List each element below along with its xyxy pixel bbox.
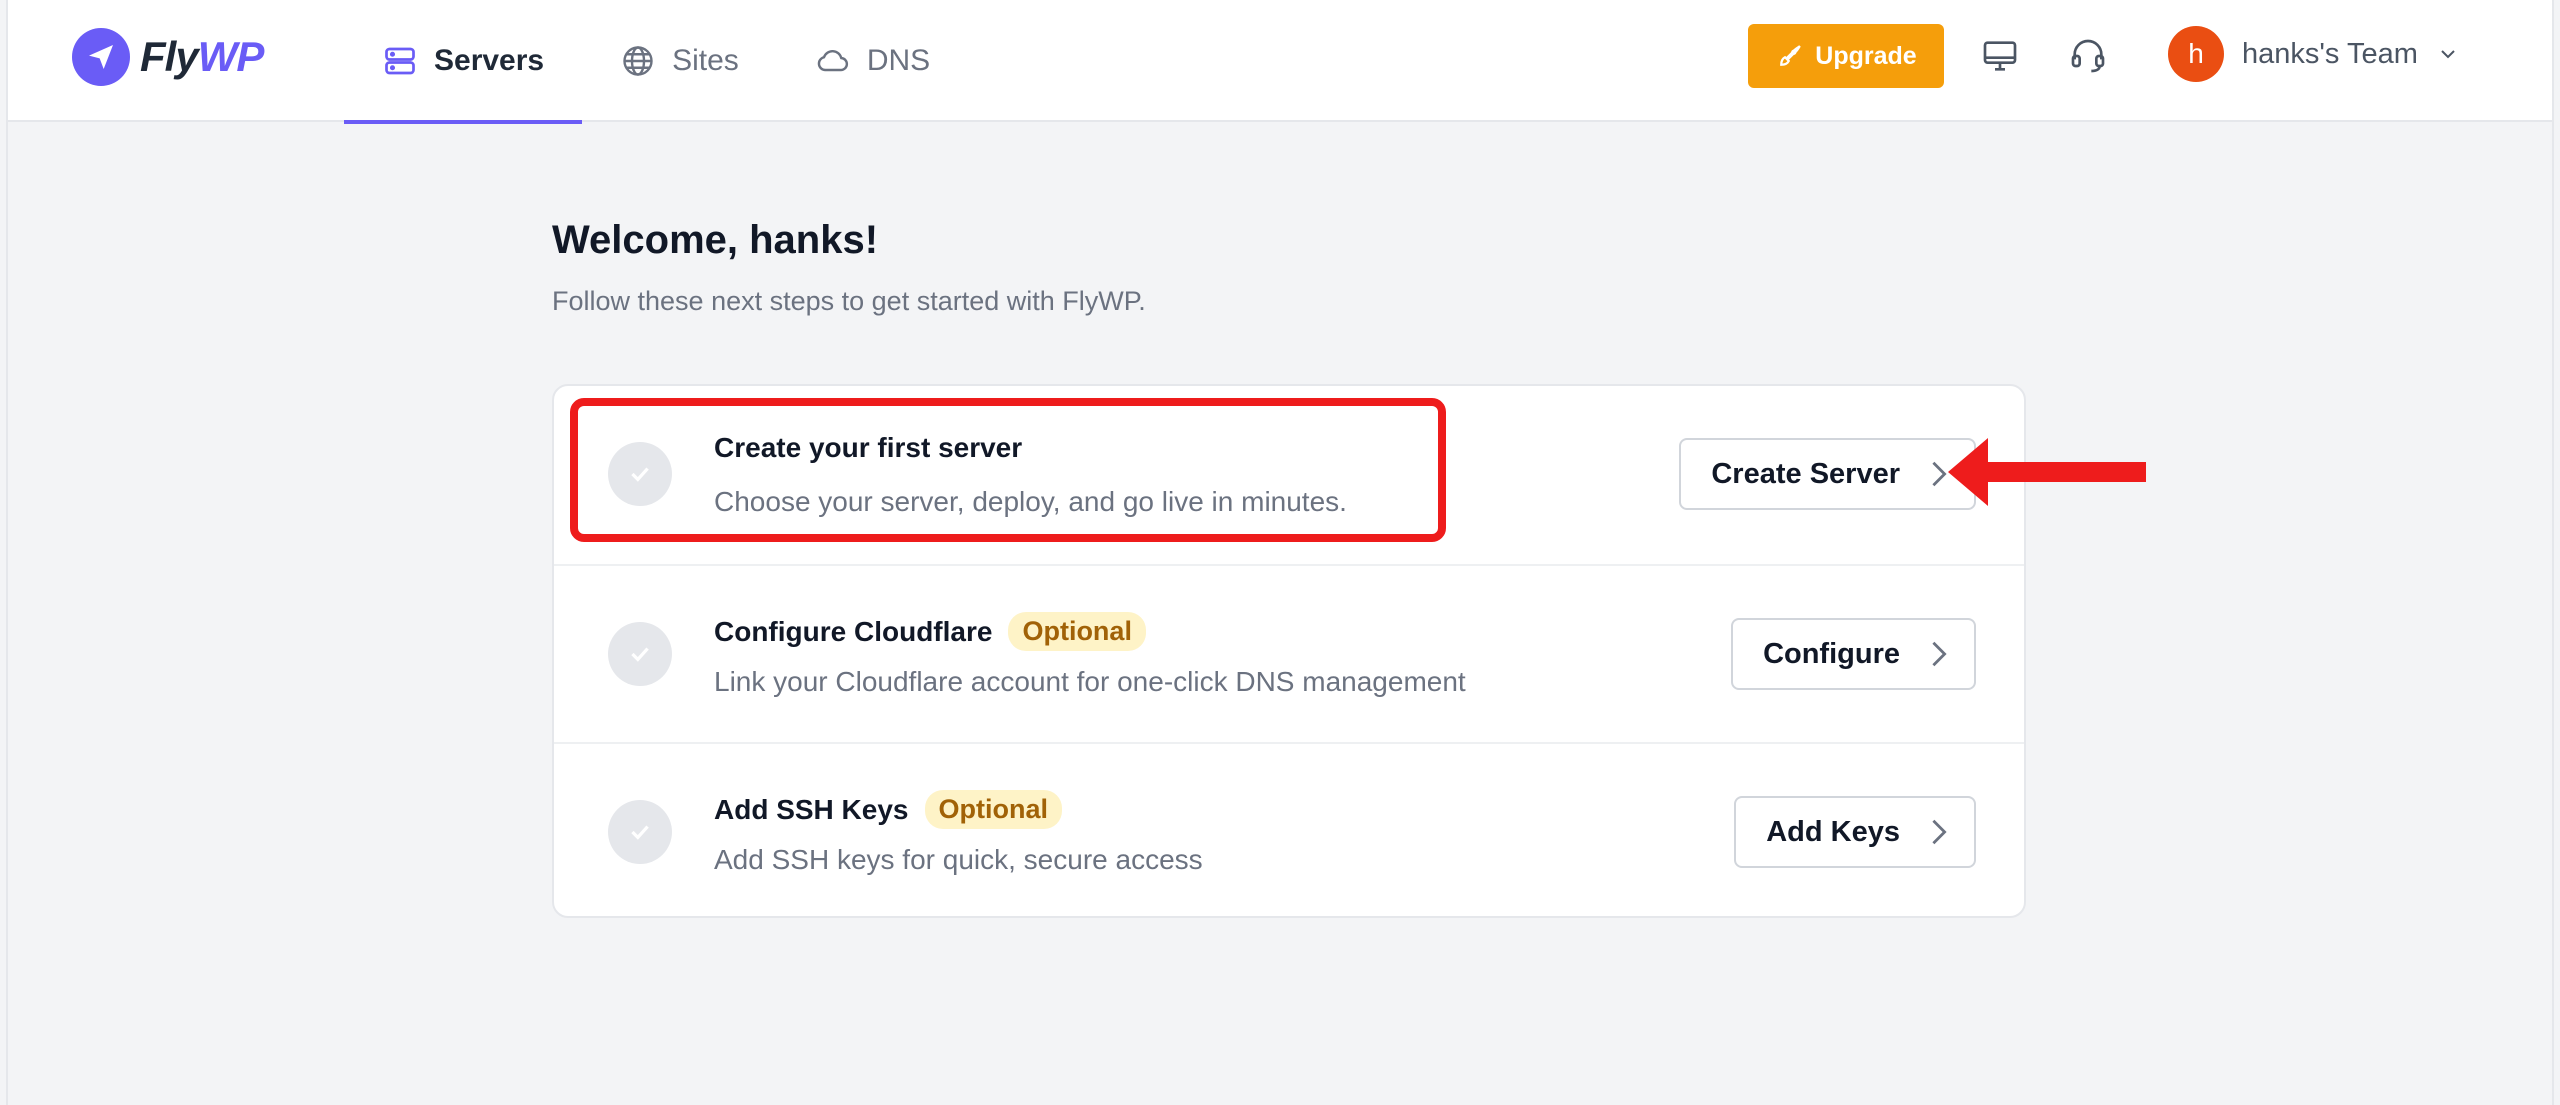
chevron-right-icon xyxy=(1932,819,1947,845)
chevron-right-icon xyxy=(1932,641,1947,667)
annotation-highlight-box xyxy=(570,398,1446,542)
step-add-ssh-keys: Add SSH Keys Optional Add SSH keys for q… xyxy=(554,742,2024,916)
app-window: FlyWP Servers Sites DNS Upgrade h hanks'… xyxy=(6,0,2554,1105)
nav-sites-label: Sites xyxy=(672,44,739,77)
optional-badge: Optional xyxy=(924,790,1062,829)
step-configure-cloudflare: Configure Cloudflare Optional Link your … xyxy=(554,564,2024,742)
nav-servers-label: Servers xyxy=(434,44,545,77)
rocket-icon xyxy=(1780,45,1802,66)
upgrade-label: Upgrade xyxy=(1815,41,1917,70)
step-description: Add SSH keys for quick, secure access xyxy=(714,844,1203,875)
step-title: Add SSH Keys Optional xyxy=(714,790,1062,829)
top-header: FlyWP Servers Sites DNS Upgrade h hanks'… xyxy=(8,0,2552,124)
avatar: h xyxy=(2168,26,2224,82)
server-icon xyxy=(385,47,415,75)
paper-plane-icon xyxy=(72,28,130,86)
add-keys-button[interactable]: Add Keys xyxy=(1734,796,1976,868)
step-title: Configure Cloudflare Optional xyxy=(714,612,1146,651)
monitor-icon[interactable] xyxy=(1980,36,2020,76)
create-server-button[interactable]: Create Server xyxy=(1679,438,1976,510)
step-description: Link your Cloudflare account for one-cli… xyxy=(714,666,1466,697)
nav-dns-label: DNS xyxy=(866,44,931,77)
flywp-logo[interactable]: FlyWP xyxy=(72,28,264,86)
nav-dns[interactable]: DNS xyxy=(777,0,968,122)
main-nav: Servers Sites DNS xyxy=(344,0,968,124)
logo-text: FlyWP xyxy=(140,33,264,80)
team-switcher[interactable]: h hanks's Team xyxy=(2168,26,2460,82)
page-title: Welcome, hanks! xyxy=(552,218,879,262)
configure-button[interactable]: Configure xyxy=(1731,618,1976,690)
page-subtitle: Follow these next steps to get started w… xyxy=(552,286,1146,316)
headset-icon[interactable] xyxy=(2068,36,2108,76)
nav-servers[interactable]: Servers xyxy=(344,0,583,124)
check-icon xyxy=(608,622,672,686)
chevron-down-icon xyxy=(2441,50,2455,59)
team-name: hanks's Team xyxy=(2242,37,2418,70)
optional-badge: Optional xyxy=(1008,612,1146,651)
upgrade-button[interactable]: Upgrade xyxy=(1748,24,1944,88)
cloud-icon xyxy=(817,49,848,72)
globe-icon xyxy=(623,46,653,76)
nav-sites[interactable]: Sites xyxy=(582,0,777,122)
check-icon xyxy=(608,800,672,864)
annotation-arrow-icon xyxy=(1948,438,2146,506)
